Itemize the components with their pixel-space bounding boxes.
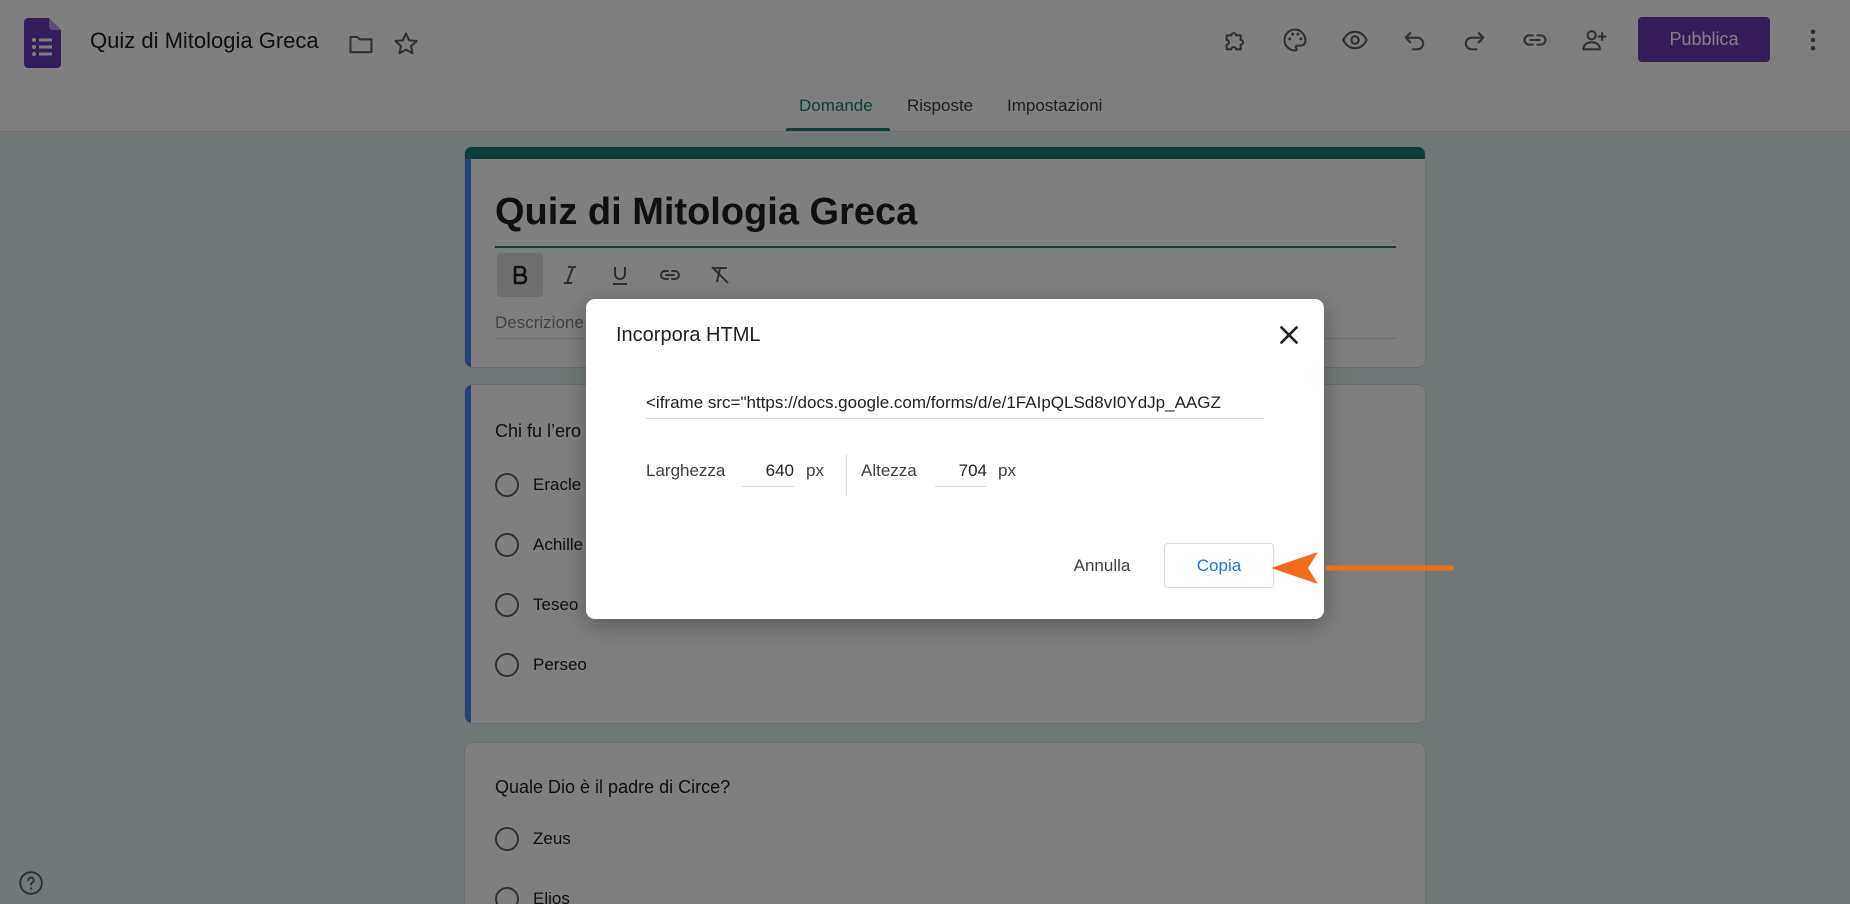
embed-html-dialog: Incorpora HTML <iframe src="https://docs… <box>586 299 1324 619</box>
close-icon[interactable] <box>1273 319 1305 351</box>
height-unit: px <box>998 461 1016 480</box>
dimension-divider <box>846 454 847 496</box>
copy-button[interactable]: Copia <box>1164 543 1274 588</box>
annotation-arrow-icon <box>1271 552 1454 584</box>
dialog-title: Incorpora HTML <box>616 324 761 346</box>
cancel-button[interactable]: Annulla <box>1056 544 1148 588</box>
width-label: Larghezza <box>646 461 726 480</box>
height-label: Altezza <box>861 461 917 480</box>
embed-code-field[interactable]: <iframe src="https://docs.google.com/for… <box>646 389 1264 419</box>
width-unit: px <box>806 461 824 480</box>
height-input[interactable]: 704 <box>935 457 987 487</box>
width-input[interactable]: 640 <box>742 457 794 487</box>
